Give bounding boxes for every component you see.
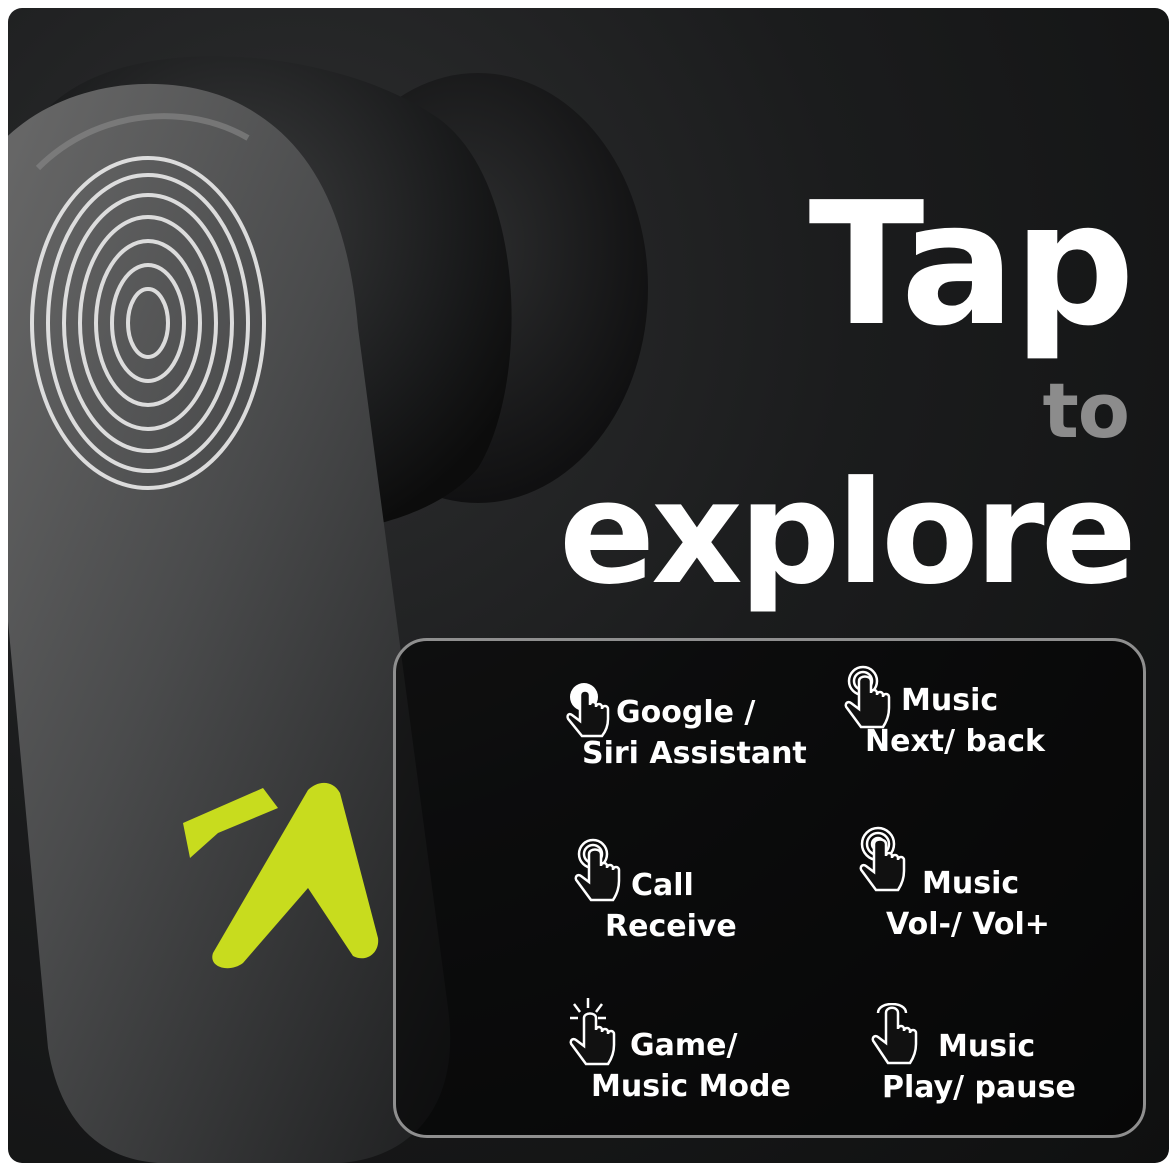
headline-tap: Tap — [808, 166, 1135, 364]
gesture-item: Game/ Music Mode — [566, 996, 826, 1107]
single-tap-hand-icon — [566, 683, 610, 738]
double-tap-hand-icon — [574, 838, 621, 902]
triple-tap-hand-icon — [859, 826, 906, 892]
gesture-action: Music Mode — [591, 1068, 791, 1104]
gesture-action: Vol-/ Vol+ — [886, 906, 1050, 942]
gesture-panel: Google / Siri Assistant Music Next/ back… — [393, 638, 1146, 1138]
double-tap-hand-icon — [844, 665, 891, 729]
gesture-item: Google / Siri Assistant — [564, 681, 824, 774]
headline-explore: explore — [558, 451, 1137, 616]
gesture-action: Play/ pause — [882, 1069, 1076, 1105]
gesture-item: Music Next/ back — [841, 663, 1101, 762]
product-image: Tap to explore Google / Siri Assistant M… — [8, 8, 1169, 1163]
gesture-item: Music Vol-/ Vol+ — [856, 826, 1116, 945]
gesture-item: Music Play/ pause — [868, 1003, 1128, 1108]
gesture-action: Receive — [605, 908, 737, 944]
press-hold-hand-icon — [569, 998, 616, 1066]
headline-to: to — [1042, 366, 1130, 455]
tap-hand-icon — [871, 1003, 918, 1065]
gesture-item: Call Receive — [571, 836, 831, 947]
